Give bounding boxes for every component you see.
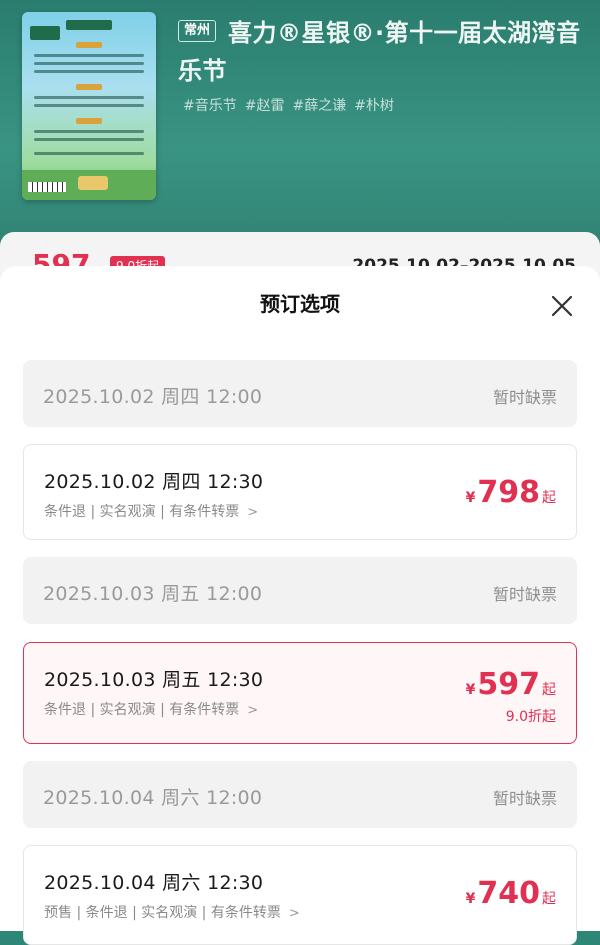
close-button[interactable] <box>546 290 578 322</box>
poster-logo <box>30 26 60 40</box>
session-datetime: 2025.10.04 周六 12:00 <box>43 787 263 809</box>
session-datetime: 2025.10.02 周四 12:00 <box>43 386 263 408</box>
poster-banner <box>66 20 112 30</box>
session-option: 2025.10.04 周六 12:00 暂时缺票 <box>23 761 577 828</box>
session-option[interactable]: 2025.10.02 周四 12:30 条件退 | 实名观演 | 有条件转票 > … <box>23 444 577 540</box>
booking-options-sheet: 预订选项 2025.10.02 周四 12:00 暂时缺票 2025.10.02… <box>0 266 600 945</box>
city-tag: 常州 <box>178 20 217 42</box>
chevron-right-icon: > <box>288 906 300 921</box>
chevron-right-icon: > <box>247 505 259 520</box>
event-header: 喜力®星银®·第十一届太湖湾音乐节 常州 #音乐节 #赵雷 #薛之谦 #朴树 <box>0 0 600 270</box>
hashtag[interactable]: #薛之谦 <box>292 95 346 115</box>
sold-out-label: 暂时缺票 <box>492 388 557 407</box>
session-datetime: 2025.10.03 周五 12:30 <box>44 669 264 691</box>
ticket-rules-link[interactable]: 条件退 | 实名观演 | 有条件转票 > <box>44 501 258 521</box>
session-option-selected[interactable]: 2025.10.03 周五 12:30 条件退 | 实名观演 | 有条件转票 > … <box>23 642 577 744</box>
session-option: 2025.10.02 周四 12:00 暂时缺票 <box>23 360 577 427</box>
session-option: 2025.10.03 周五 12:00 暂时缺票 <box>23 557 577 624</box>
chevron-right-icon: > <box>247 703 259 718</box>
session-price: ¥597 起 <box>465 667 556 702</box>
session-datetime: 2025.10.04 周六 12:30 <box>44 872 264 894</box>
session-datetime: 2025.10.03 周五 12:00 <box>43 583 263 605</box>
session-price: ¥740 起 <box>465 876 556 911</box>
hashtag-list: #音乐节 #赵雷 #薛之谦 #朴树 <box>183 95 394 115</box>
session-option[interactable]: 2025.10.04 周六 12:30 预售 | 条件退 | 实名观演 | 有条… <box>23 845 577 945</box>
hashtag[interactable]: #音乐节 <box>183 95 237 115</box>
ticket-rules-link[interactable]: 条件退 | 实名观演 | 有条件转票 > <box>44 699 258 719</box>
session-price: ¥798 起 <box>465 475 556 510</box>
sheet-title: 预订选项 <box>260 292 340 316</box>
poster-day-tag <box>76 42 102 48</box>
close-icon <box>551 295 573 317</box>
ticket-rules-link[interactable]: 预售 | 条件退 | 实名观演 | 有条件转票 > <box>44 902 300 922</box>
session-datetime: 2025.10.02 周四 12:30 <box>44 471 264 493</box>
hashtag[interactable]: #赵雷 <box>245 95 285 115</box>
event-title: 喜力®星银®·第十一届太湖湾音乐节 <box>178 19 581 85</box>
event-poster[interactable] <box>22 12 156 200</box>
hashtag[interactable]: #朴树 <box>354 95 394 115</box>
sold-out-label: 暂时缺票 <box>492 585 557 604</box>
session-discount: 9.0折起 <box>505 709 556 725</box>
sold-out-label: 暂时缺票 <box>492 789 557 808</box>
